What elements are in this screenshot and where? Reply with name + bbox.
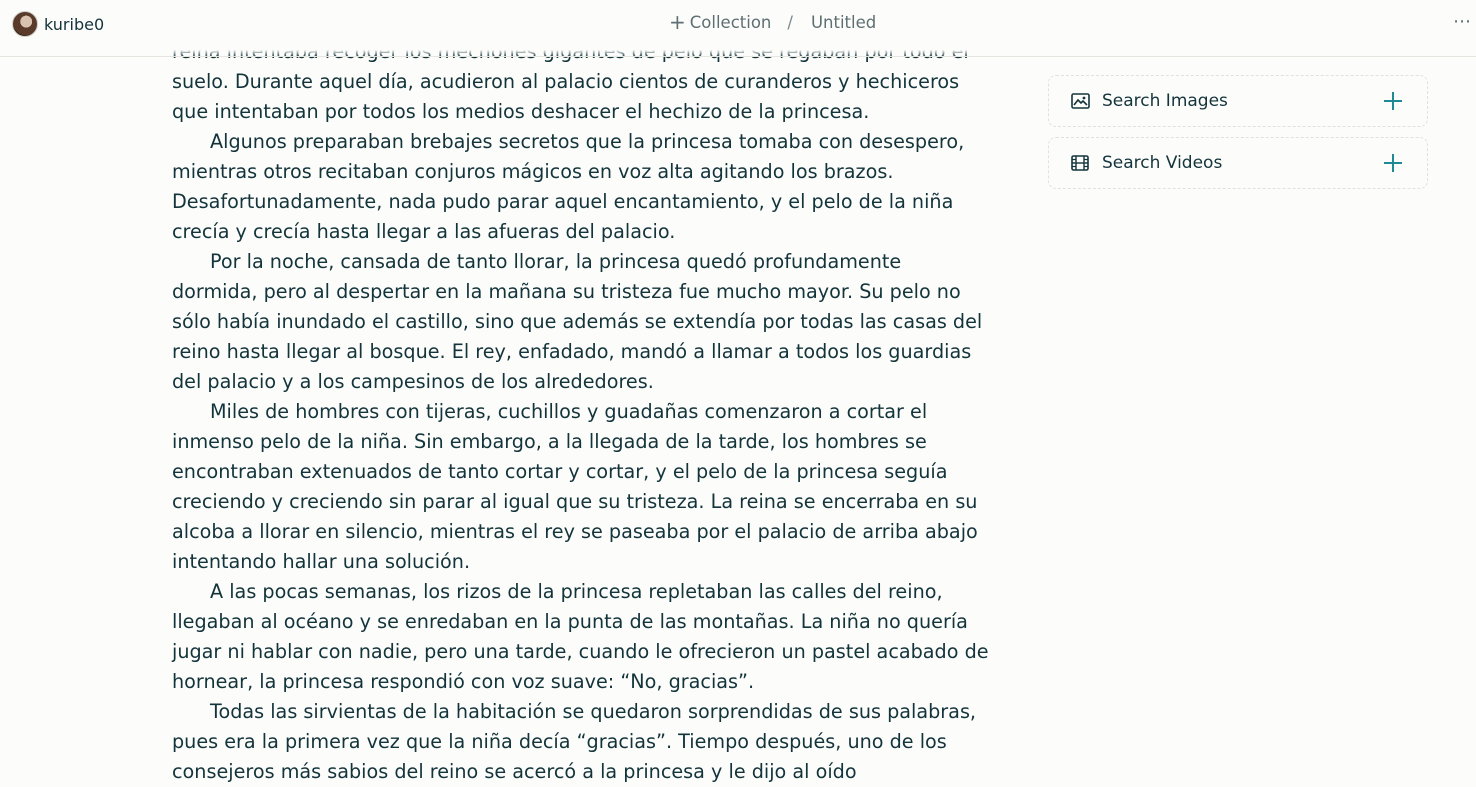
top-bar: kuribe0 + Collection / Untitled ⋯ bbox=[0, 0, 1476, 45]
username: kuribe0 bbox=[44, 14, 105, 34]
more-options-icon[interactable]: ⋯ bbox=[1453, 11, 1472, 32]
panel-label: Search Images bbox=[1102, 91, 1228, 111]
search-videos-panel[interactable]: Search Videos bbox=[1048, 137, 1428, 189]
plus-icon[interactable]: + bbox=[669, 12, 686, 32]
breadcrumb: + Collection / Untitled bbox=[669, 12, 876, 32]
document-body[interactable]: reina intentaba recoger los mechones gig… bbox=[172, 37, 992, 787]
paragraph: Todas las sirvientas de la habitación se… bbox=[172, 700, 977, 783]
avatar[interactable] bbox=[12, 11, 38, 37]
user-menu[interactable]: kuribe0 bbox=[12, 11, 104, 37]
add-icon[interactable] bbox=[1383, 91, 1403, 111]
add-icon[interactable] bbox=[1383, 153, 1403, 173]
collection-link[interactable]: Collection bbox=[690, 13, 772, 32]
divider bbox=[0, 56, 1476, 57]
search-images-panel[interactable]: Search Images bbox=[1048, 75, 1428, 127]
paragraph: A las pocas semanas, los rizos de la pri… bbox=[172, 580, 989, 693]
image-icon bbox=[1070, 91, 1090, 111]
breadcrumb-separator: / bbox=[787, 12, 793, 32]
paragraph: suelo. Durante aquel día, acudieron al p… bbox=[172, 70, 960, 123]
panel-label: Search Videos bbox=[1102, 153, 1223, 173]
paragraph: Algunos preparaban brebajes secretos que… bbox=[172, 130, 965, 243]
paragraph: Miles de hombres con tijeras, cuchillos … bbox=[172, 400, 978, 573]
paragraph: Por la noche, cansada de tanto llorar, l… bbox=[172, 250, 983, 393]
film-icon bbox=[1070, 153, 1090, 173]
page-title[interactable]: Untitled bbox=[811, 13, 876, 32]
